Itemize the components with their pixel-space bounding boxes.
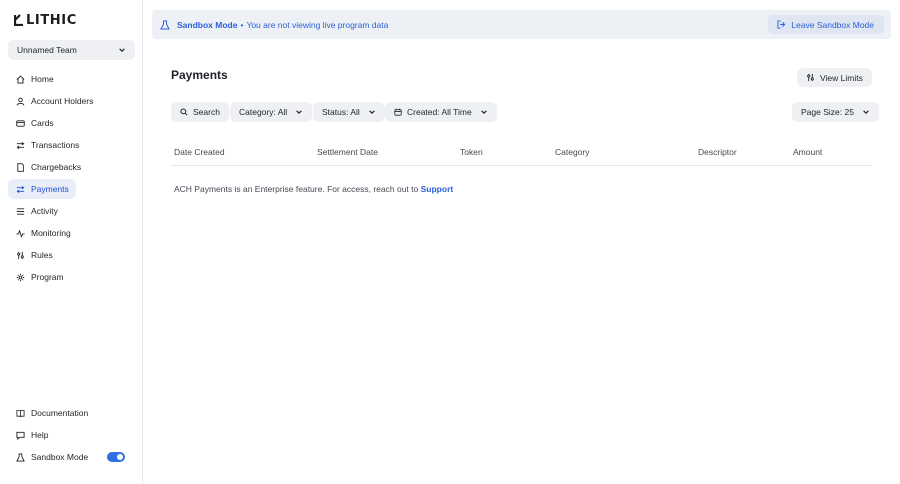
- banner-mode-label: Sandbox Mode: [177, 19, 238, 30]
- sidebar-item-monitoring[interactable]: Monitoring: [8, 223, 135, 243]
- sidebar-item-transactions[interactable]: Transactions: [8, 135, 135, 155]
- logo-text: LITHIC: [26, 12, 77, 28]
- column-descriptor[interactable]: Descriptor: [698, 147, 737, 157]
- sidebar-item-label: Activity: [31, 206, 58, 216]
- chevron-down-icon: [369, 110, 375, 114]
- chevron-down-icon: [480, 110, 487, 114]
- help-icon: [16, 431, 25, 440]
- sidebar-item-help[interactable]: Help: [8, 425, 135, 445]
- chevron-down-icon: [119, 48, 125, 52]
- transactions-icon: [16, 141, 25, 149]
- sidebar-item-rules[interactable]: Rules: [8, 245, 135, 265]
- activity-icon: [16, 207, 25, 215]
- sandbox-banner: Sandbox Mode • You are not viewing live …: [152, 10, 891, 39]
- sidebar-footer: Documentation Help Sandbox Mode: [8, 403, 135, 469]
- sidebar-item-label: Help: [31, 430, 49, 440]
- page-title: Payments: [171, 68, 228, 82]
- search-label: Search: [193, 107, 220, 117]
- gear-icon: [16, 273, 25, 281]
- search-icon: [180, 108, 188, 116]
- rules-icon: [17, 251, 24, 259]
- sidebar-item-sandbox-mode: Sandbox Mode: [8, 447, 135, 467]
- sidebar-item-label: Documentation: [31, 408, 89, 418]
- sidebar-item-payments[interactable]: Payments: [8, 179, 76, 199]
- column-category[interactable]: Category: [555, 147, 590, 157]
- logo-mark-icon: [14, 14, 23, 26]
- banner-message: You are not viewing live program data: [246, 19, 389, 30]
- column-token[interactable]: Token: [460, 147, 483, 157]
- team-selector-label: Unnamed Team: [17, 45, 77, 55]
- enterprise-notice: ACH Payments is an Enterprise feature. F…: [174, 184, 453, 194]
- sidebar-item-documentation[interactable]: Documentation: [8, 403, 135, 423]
- column-date-created[interactable]: Date Created: [174, 147, 225, 157]
- sidebar-item-label: Monitoring: [31, 228, 71, 238]
- created-filter-label: Created: All Time: [407, 107, 472, 117]
- sidebar: LITHIC Unnamed Team Home Account Holders…: [0, 0, 143, 484]
- sliders-icon: [807, 73, 814, 82]
- exit-icon: [777, 20, 786, 29]
- payments-table-header: Date Created Settlement Date Token Categ…: [171, 141, 872, 166]
- home-icon: [16, 74, 25, 84]
- beaker-icon: [160, 20, 170, 29]
- team-selector[interactable]: Unnamed Team: [8, 40, 135, 60]
- sidebar-item-label: Home: [31, 74, 54, 84]
- sandbox-mode-toggle[interactable]: [107, 452, 125, 462]
- monitoring-icon: [16, 228, 25, 238]
- sidebar-item-activity[interactable]: Activity: [8, 201, 135, 221]
- page-size-select[interactable]: Page Size: 25: [792, 102, 879, 122]
- category-filter[interactable]: Category: All: [230, 102, 313, 122]
- calendar-icon: [394, 108, 402, 116]
- view-limits-button[interactable]: View Limits: [797, 68, 872, 87]
- payments-icon: [16, 185, 25, 193]
- sidebar-item-label: Transactions: [31, 140, 80, 150]
- leave-sandbox-button[interactable]: Leave Sandbox Mode: [768, 15, 884, 34]
- lithic-logo[interactable]: LITHIC: [14, 12, 77, 28]
- filter-bar: Search Category: All Status: All Created…: [0, 102, 900, 122]
- book-icon: [16, 409, 25, 417]
- sidebar-item-label: Chargebacks: [31, 162, 82, 172]
- support-link[interactable]: Support: [421, 184, 454, 194]
- chevron-down-icon: [863, 110, 869, 114]
- created-filter[interactable]: Created: All Time: [385, 102, 497, 122]
- page-size-label: Page Size: 25: [801, 107, 854, 117]
- column-settlement-date[interactable]: Settlement Date: [317, 147, 378, 157]
- sidebar-item-label: Program: [31, 272, 64, 282]
- view-limits-label: View Limits: [820, 72, 863, 83]
- banner-separator: •: [240, 19, 244, 30]
- category-filter-label: Category: All: [239, 107, 288, 117]
- sidebar-item-home[interactable]: Home: [8, 69, 135, 89]
- status-filter-label: Status: All: [322, 107, 360, 117]
- sidebar-item-label: Rules: [31, 250, 53, 260]
- column-amount[interactable]: Amount: [793, 147, 822, 157]
- search-button[interactable]: Search: [171, 102, 229, 122]
- document-icon: [17, 162, 24, 172]
- sidebar-item-label: Payments: [31, 184, 69, 194]
- sidebar-item-program[interactable]: Program: [8, 267, 135, 287]
- status-filter[interactable]: Status: All: [313, 102, 385, 122]
- leave-sandbox-label: Leave Sandbox Mode: [791, 19, 874, 30]
- beaker-icon: [16, 452, 25, 462]
- chevron-down-icon: [296, 110, 302, 114]
- sidebar-item-label: Sandbox Mode: [31, 452, 89, 462]
- sidebar-item-chargebacks[interactable]: Chargebacks: [8, 157, 135, 177]
- enterprise-notice-text: ACH Payments is an Enterprise feature. F…: [174, 184, 419, 194]
